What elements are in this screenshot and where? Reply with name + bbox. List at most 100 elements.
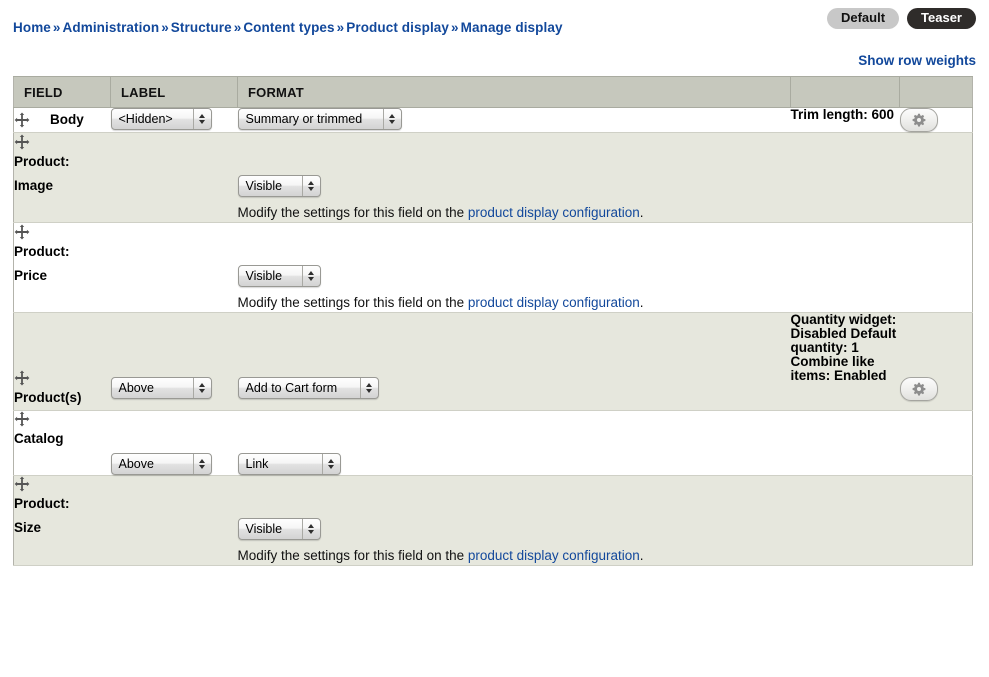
format-select-product-price[interactable]: Visible (237, 265, 321, 287)
label-cell-product-image (110, 132, 238, 223)
settings-gear-button-body[interactable] (899, 108, 938, 132)
settings-gear-button-products[interactable] (899, 377, 938, 401)
breadcrumb-separator: » (52, 20, 61, 35)
format-select-body[interactable]: Summary or trimmed (237, 108, 402, 130)
label-cell-body: <Hidden> (110, 107, 238, 133)
field-name-label: Catalog (14, 431, 64, 447)
format-description: Modify the settings for this field on th… (238, 294, 791, 312)
label-cell-product-price (110, 222, 238, 313)
label-select-value: Above (118, 381, 154, 395)
field-cell-products: Product(s) (13, 312, 111, 411)
format-description-text: Modify the settings for this field on th… (237, 547, 468, 563)
drag-handle-icon[interactable] (14, 411, 30, 427)
drag-handle-icon[interactable] (14, 112, 30, 128)
tab-teaser[interactable]: Teaser (907, 8, 976, 29)
format-select-value: Visible (245, 269, 283, 283)
page-header: Home» Administration» Structure» Content ty… (0, 0, 989, 68)
label-cell-product-size (110, 475, 238, 566)
summary-cell-product-price (790, 222, 900, 313)
table-header: FIELD LABEL FORMAT (13, 76, 973, 108)
product-display-configuration-link[interactable]: product display configuration (468, 205, 640, 220)
column-header-format: FORMAT (237, 76, 791, 108)
label-select-products[interactable]: Above (110, 377, 212, 399)
stepper-arrows-icon (321, 453, 340, 474)
summary-cell-products: Quantity widget: Disabled Default quanti… (790, 312, 900, 411)
drag-handle-icon[interactable] (14, 476, 30, 492)
column-header-settings (899, 76, 973, 108)
stepper-arrows-icon (192, 453, 211, 474)
breadcrumb-item-structure[interactable]: Structure (171, 20, 232, 35)
drag-handle-icon[interactable] (14, 134, 30, 150)
field-cell-product-price: Product: Price (13, 222, 111, 313)
settings-cell-product-price (899, 222, 973, 313)
field-cell-product-size: Product: Size (13, 475, 111, 566)
tab-default[interactable]: Default (826, 8, 900, 29)
table-row: Body <Hidden> Summary or trimmed Trim le… (13, 107, 973, 133)
format-select-value: Summary or trimmed (245, 112, 363, 126)
manage-display-table: FIELD LABEL FORMAT Body <Hidden> Summary… (13, 76, 973, 566)
field-name-label: Product: Price (14, 243, 70, 283)
label-cell-catalog: Above (110, 410, 238, 476)
format-cell-product-size: Visible Modify the settings for this fie… (237, 475, 791, 566)
table-body: Body <Hidden> Summary or trimmed Trim le… (13, 107, 973, 566)
breadcrumb-item-administration[interactable]: Administration (63, 20, 160, 35)
format-select-value: Visible (245, 179, 283, 193)
summary-cell-product-image (790, 132, 900, 223)
breadcrumb-item-home[interactable]: Home (13, 20, 51, 35)
format-description: Modify the settings for this field on th… (238, 547, 791, 565)
view-mode-tabs: Default Teaser (826, 8, 976, 29)
table-row: Product(s) Above Add to Cart form Quanti… (13, 312, 973, 411)
format-select-product-image[interactable]: Visible (237, 175, 321, 197)
breadcrumb-item-product-display[interactable]: Product display (346, 20, 449, 35)
format-description-end: . (639, 547, 644, 563)
settings-cell-product-size (899, 475, 973, 566)
label-select-body[interactable]: <Hidden> (110, 108, 212, 130)
stepper-arrows-icon (192, 378, 211, 398)
field-name-label: Product: Image (14, 153, 70, 193)
table-row: Product: Price Visible Modify the settin… (13, 222, 973, 313)
product-display-configuration-link[interactable]: product display configuration (468, 295, 640, 310)
format-cell-catalog: Link (237, 410, 791, 476)
summary-cell-product-size (790, 475, 900, 566)
label-select-catalog[interactable]: Above (110, 452, 212, 475)
drag-handle-icon[interactable] (14, 224, 30, 240)
summary-cell-catalog (790, 410, 900, 476)
label-select-value: <Hidden> (118, 112, 173, 126)
format-description-end: . (639, 205, 644, 220)
format-select-products[interactable]: Add to Cart form (237, 377, 379, 399)
drag-handle-icon[interactable] (14, 370, 30, 386)
breadcrumb-item-content-types[interactable]: Content types (243, 20, 334, 35)
breadcrumb-item-manage-display[interactable]: Manage display (461, 20, 563, 35)
product-display-configuration-link[interactable]: product display configuration (468, 548, 640, 563)
format-cell-product-image: Visible Modify the settings for this fie… (237, 132, 791, 223)
settings-cell-products (899, 312, 973, 411)
format-description-end: . (639, 295, 644, 310)
stepper-arrows-icon (192, 109, 211, 129)
field-cell-product-image: Product: Image (13, 132, 111, 223)
breadcrumb-separator: » (161, 20, 169, 35)
field-name-label: Body (50, 112, 84, 127)
column-header-summary (790, 76, 900, 108)
row-weights-container: Show row weights (858, 53, 976, 68)
gear-icon (912, 113, 925, 127)
breadcrumb-separator: » (233, 20, 242, 35)
settings-cell-body (899, 107, 973, 133)
table-row: Catalog Above Link (13, 410, 973, 476)
table-row: Product: Image Visible Modify the settin… (13, 132, 973, 223)
label-cell-products: Above (110, 312, 238, 411)
format-select-value: Visible (245, 521, 283, 536)
label-select-value: Above (118, 456, 154, 471)
format-cell-products: Add to Cart form (237, 312, 791, 411)
field-name-label: Product: Size (14, 496, 70, 536)
breadcrumb: Home» Administration» Structure» Content ty… (13, 20, 563, 35)
breadcrumb-separator: » (451, 20, 459, 35)
column-header-label: LABEL (110, 76, 238, 108)
field-cell-catalog: Catalog (13, 410, 111, 476)
format-select-catalog[interactable]: Link (237, 452, 341, 475)
format-select-value: Link (245, 456, 269, 471)
stepper-arrows-icon (301, 266, 320, 286)
gear-icon (912, 382, 925, 396)
format-select-product-size[interactable]: Visible (237, 517, 321, 540)
show-row-weights-link[interactable]: Show row weights (858, 53, 976, 68)
stepper-arrows-icon (301, 176, 320, 196)
